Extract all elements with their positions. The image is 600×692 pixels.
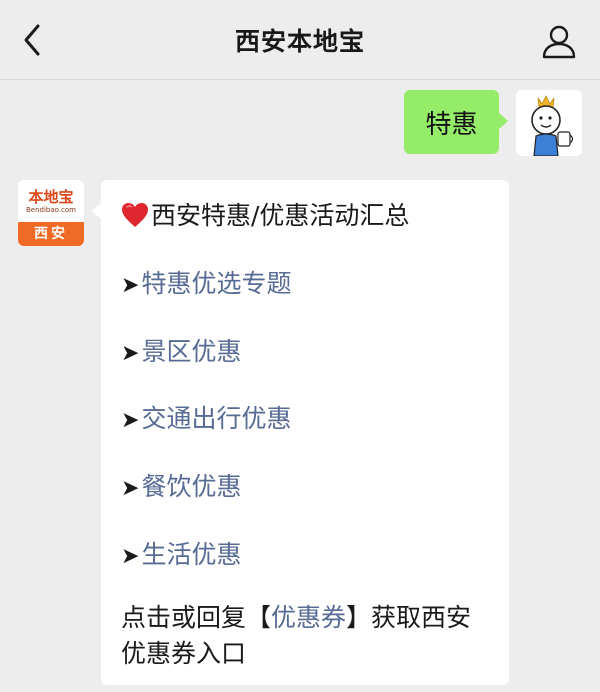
user-avatar[interactable] (516, 90, 582, 156)
logo-brand: 本地宝 (28, 188, 74, 206)
logo-top: 本地宝 Bendibao.com (18, 180, 84, 222)
cartoon-avatar-icon (516, 90, 582, 156)
nav-bar: 西安本地宝 (0, 0, 600, 80)
arrow-icon: ➤ (121, 408, 140, 433)
menu-item-dining-discounts[interactable]: ➤餐饮优惠 (121, 467, 241, 503)
message-footer: 点击或回复【优惠券】获取西安优惠券入口 (121, 600, 493, 672)
menu-item-transport-discounts[interactable]: ➤交通出行优惠 (121, 399, 291, 435)
menu-item-scenic-discounts[interactable]: ➤景区优惠 (121, 332, 241, 368)
arrow-icon: ➤ (121, 476, 140, 501)
headline-text: 西安特惠/优惠活动汇总 (151, 201, 410, 230)
coupon-link[interactable]: 优惠券 (271, 603, 346, 632)
outgoing-message-text: 特惠 (425, 109, 478, 140)
menu-item-label[interactable]: 餐饮优惠 (141, 472, 241, 501)
menu-item-label[interactable]: 特惠优选专题 (141, 269, 291, 298)
menu-item-label[interactable]: 生活优惠 (141, 540, 241, 569)
person-icon (542, 25, 576, 59)
arrow-icon: ➤ (121, 544, 140, 569)
arrow-icon: ➤ (121, 273, 140, 298)
profile-button[interactable] (540, 22, 578, 60)
menu-item-special-deals[interactable]: ➤特惠优选专题 (121, 264, 291, 300)
menu-item-label[interactable]: 交通出行优惠 (141, 404, 291, 433)
logo-city: 西安 (18, 222, 84, 246)
footer-prefix: 点击或回复【 (121, 603, 272, 632)
logo-domain: Bendibao.com (25, 206, 76, 214)
page-title: 西安本地宝 (234, 27, 365, 56)
arrow-icon: ➤ (121, 341, 140, 366)
message-headline: 西安特惠/优惠活动汇总 (121, 196, 409, 232)
outgoing-message-bubble[interactable]: 特惠 (404, 90, 508, 154)
incoming-message-bubble: 西安特惠/优惠活动汇总 ➤特惠优选专题 ➤景区优惠 ➤交通出行优惠 ➤餐饮优惠 … (92, 180, 509, 685)
menu-item-life-discounts[interactable]: ➤生活优惠 (121, 535, 241, 571)
bendibao-avatar[interactable]: 本地宝 Bendibao.com 西安 (18, 180, 84, 246)
menu-item-label[interactable]: 景区优惠 (141, 337, 241, 366)
heart-icon (121, 201, 149, 231)
